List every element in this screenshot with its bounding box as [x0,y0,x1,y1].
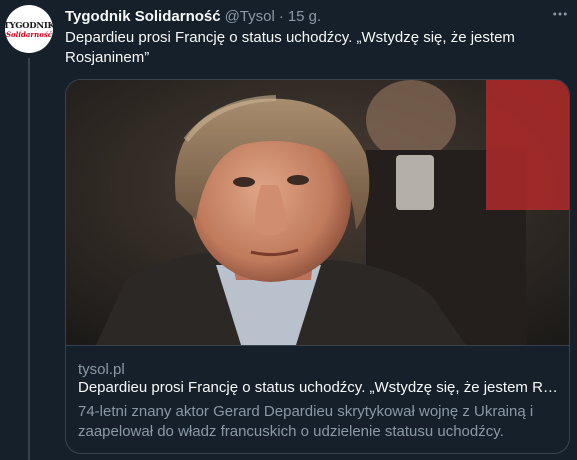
card-image[interactable] [66,80,569,345]
link-card[interactable]: tysol.pl Depardieu prosi Francję o statu… [65,79,570,454]
more-button[interactable] [548,4,572,28]
thread-line [28,58,30,460]
separator-dot: · [278,7,284,25]
tweet-header: Tygodnik Solidarność @Tysol · 15 g. [65,6,321,26]
tweet[interactable]: TYGODNIK Solidarność Tygodnik Solidarnoś… [0,0,577,460]
card-divider [66,345,569,346]
avatar-logo-bottom: Solidarność [5,29,53,39]
more-horizontal-icon [551,5,569,28]
avatar[interactable]: TYGODNIK Solidarność [5,5,53,53]
card-title[interactable]: Depardieu prosi Francję o status uchodźc… [78,378,558,398]
card-domain: tysol.pl [78,361,125,378]
tweet-timestamp[interactable]: 15 g. [288,8,321,25]
card-description: 74-letni znany aktor Gerard Depardieu sk… [78,403,534,440]
author-name[interactable]: Tygodnik Solidarność [65,8,221,25]
author-handle[interactable]: @Tysol [225,8,275,25]
tweet-text: Depardieu prosi Francję o status uchodźc… [65,29,515,66]
